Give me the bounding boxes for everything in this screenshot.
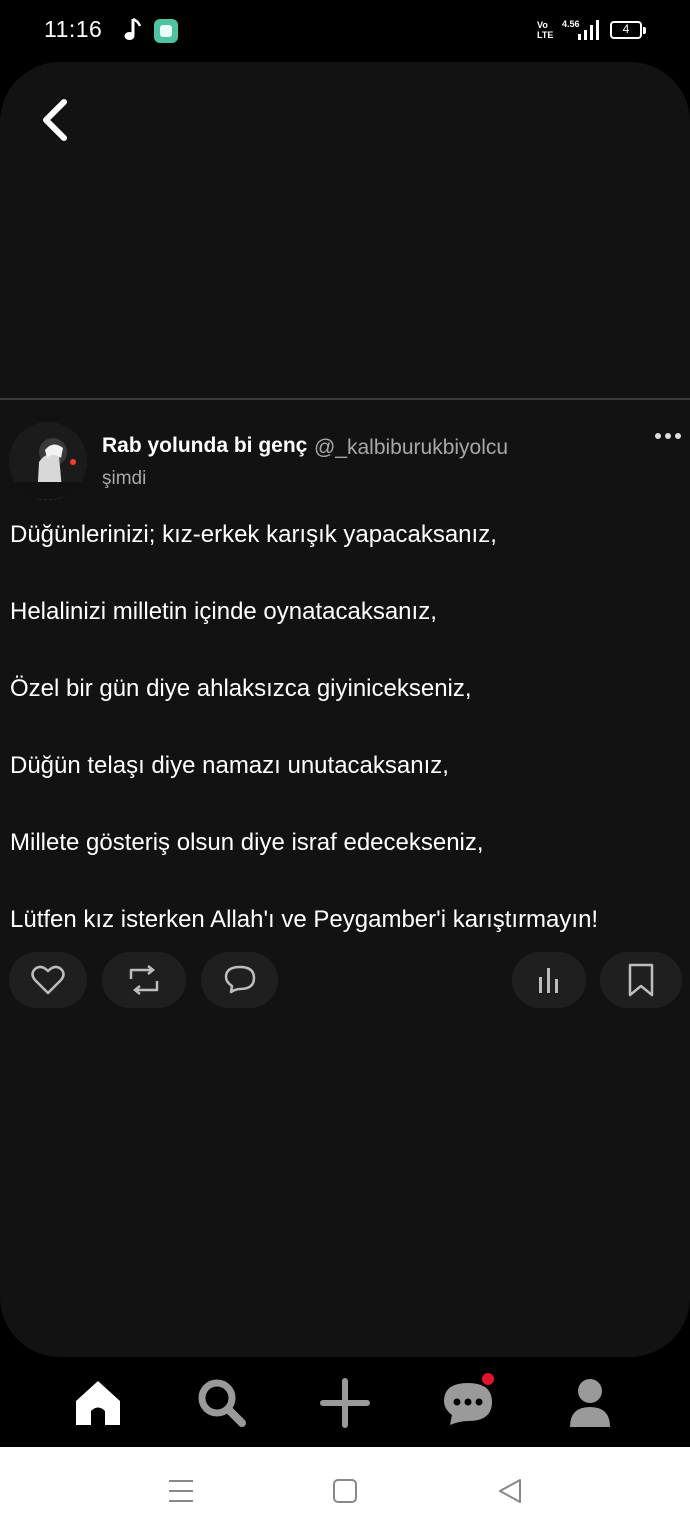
search-icon[interactable] [194,1375,250,1431]
more-options-icon[interactable] [652,424,684,448]
like-button[interactable] [9,952,87,1008]
post-detail-card: Rab yolunda bi genç @_kalbiburukbiyolcu … [0,62,690,1357]
bottom-nav [0,1357,690,1447]
post-timestamp: şimdi [102,468,147,489]
system-back-icon[interactable] [496,1477,524,1505]
notification-dot [482,1373,494,1385]
post-line: Düğünlerinizi; kız-erkek karışık yapacak… [10,521,497,548]
home-icon[interactable] [70,1375,126,1431]
bookmark-icon [628,963,654,997]
user-icon[interactable] [562,1375,618,1431]
plus-icon[interactable] [317,1375,373,1431]
system-navigation-bar [0,1447,690,1533]
post-body: Düğünlerinizi; kız-erkek karışık yapacak… [10,518,680,980]
author-handle[interactable]: @_kalbiburukbiyolcu [314,436,508,460]
author-name[interactable]: Rab yolunda bi genç [102,434,307,458]
heart-icon [31,965,65,995]
status-time: 11:16 [44,16,103,42]
repost-button[interactable] [102,952,186,1008]
repost-icon [129,965,159,995]
avatar-image [9,422,87,500]
comment-icon [224,965,255,994]
stats-button[interactable] [512,952,586,1008]
battery-icon: 4 [610,21,646,39]
status-bar: 11:16 Vo LTE 4.56 4 [0,0,690,62]
divider [0,398,690,400]
post-line: Özel bir gün diye ahlaksızca giyinicekse… [10,675,472,702]
post-line: Millete gösteriş olsun diye israf edecek… [10,829,484,856]
network-speed: 4.56 [562,19,580,29]
messages-nav-item[interactable] [440,1373,496,1431]
battery-level: 4 [622,22,630,36]
post-line: Helalinizi milletin içinde oynatacaksanı… [10,598,437,625]
back-arrow-icon[interactable] [36,96,80,144]
system-home-icon[interactable] [331,1477,359,1505]
app-notification-icon [154,19,178,43]
recent-apps-icon[interactable] [167,1477,195,1505]
volte-indicator: Vo LTE [537,20,554,40]
signal-icon [578,20,599,40]
avatar[interactable] [9,422,87,500]
bookmark-button[interactable] [600,952,682,1008]
music-note-icon [124,17,142,40]
bar-chart-icon [539,968,558,993]
reply-button[interactable] [201,952,278,1008]
post-line: Düğün telaşı diye namazı unutacaksanız, [10,752,449,779]
